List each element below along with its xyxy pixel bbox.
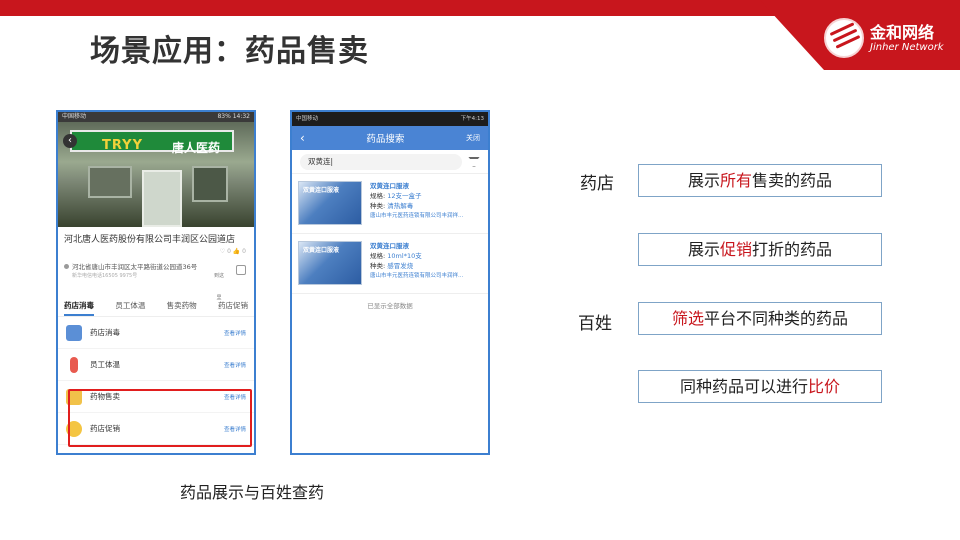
store-window [88, 166, 132, 198]
box-text-highlight: 筛选 [671, 309, 704, 328]
phone-call-icon[interactable] [236, 265, 246, 275]
filter-icon[interactable] [468, 156, 480, 167]
label-store: 药店 [580, 174, 614, 194]
result-item[interactable]: 双黄连口服液 双黄连口服液 规格: 10ml*10支 种类: 感冒发烧 唐山市丰… [292, 234, 488, 294]
status-bar: 中国移动 83% 14:32 [58, 112, 254, 122]
box-text-highlight: 促销 [719, 240, 752, 259]
feature-box-compare: 同种药品可以进行比价 [638, 370, 882, 403]
store-window-right [192, 166, 228, 202]
type-value: 清热解毒 [387, 202, 414, 210]
close-button[interactable]: 关闭 [466, 133, 480, 143]
battery-time: 83% 14:32 [217, 113, 250, 120]
search-row: 双黄连| [292, 150, 488, 174]
nav-bar: ‹ 药品搜索 关闭 [292, 126, 488, 150]
box-text-pre: 同种药品可以进行 [679, 377, 808, 396]
tab-promotion[interactable]: 药店促销 [218, 297, 248, 316]
spec-label: 规格: [370, 252, 386, 260]
location-pin-icon [64, 264, 69, 269]
status-bar: 中国移动 下午4:13 [292, 112, 488, 126]
slide-title: 场景应用：药品售卖 [90, 34, 369, 69]
list-item-temperature[interactable]: 员工体温 查看详情 [58, 349, 254, 381]
store-service-list: 药店消毒 查看详情 员工体温 查看详情 药物售卖 查看详情 药店促销 查看详情 [58, 317, 254, 447]
label-people: 百姓 [578, 314, 612, 334]
feature-box-show-all: 展示所有售卖的药品 [638, 164, 882, 197]
list-item-disinfection[interactable]: 药店消毒 查看详情 [58, 317, 254, 349]
product-info: 双黄连口服液 规格: 12支一盒子 种类: 清热解毒 唐山市丰元医药连锁有限公司… [362, 181, 463, 226]
tab-disinfection[interactable]: 药店消毒 [64, 297, 94, 316]
product-image: 双黄连口服液 [298, 181, 362, 225]
logo-cn-text: 金和网络 [870, 23, 935, 42]
store-address-block: 河北省唐山市丰润区太平路街道公园道36号 新华电信电话16505 9975号 到… [58, 259, 254, 301]
box-text-pre: 展示 [687, 171, 720, 190]
store-phone-screenshot: 中国移动 83% 14:32 TRYY 唐人医药 ‹ 河北唐人医药股份有限公司丰… [56, 110, 256, 455]
box-text-highlight: 所有 [719, 171, 752, 190]
store-photo: TRYY 唐人医药 ‹ [58, 122, 254, 227]
feature-box-filter: 筛选平台不同种类的药品 [638, 302, 882, 335]
search-phone-screenshot: 中国移动 下午4:13 ‹ 药品搜索 关闭 双黄连| 双黄连口服液 双黄连口服液… [290, 110, 490, 455]
view-details-link[interactable]: 查看详情 [224, 361, 246, 369]
spec-label: 规格: [370, 192, 386, 200]
product-box-text: 双黄连口服液 [303, 187, 340, 194]
spec-value: 10ml*10支 [387, 252, 422, 260]
logo-en-text: Jinher Network [870, 42, 944, 53]
tab-temperature[interactable]: 员工体温 [115, 297, 145, 316]
type-label: 种类: [370, 262, 386, 270]
product-firm: 唐山市丰元医药连锁有限公司丰润祥... [370, 273, 464, 279]
box-text-pre: 展示 [687, 240, 720, 259]
view-details-link[interactable]: 查看详情 [224, 329, 246, 337]
product-image: 双黄连口服液 [298, 241, 362, 285]
back-icon[interactable]: ‹ [63, 134, 77, 148]
caption: 药品展示与百姓查药 [180, 483, 325, 502]
highlight-box [68, 389, 252, 447]
nav-title: 药品搜索 [366, 134, 405, 145]
product-info: 双黄连口服液 规格: 10ml*10支 种类: 感冒发烧 唐山市丰元医药连锁有限… [362, 241, 463, 286]
product-firm: 唐山市丰元医药连锁有限公司丰润祥... [370, 213, 464, 219]
navigate-button[interactable]: 到这里 [212, 265, 226, 301]
product-name: 双黄连口服液 [370, 242, 409, 250]
type-label: 种类: [370, 202, 386, 210]
type-value: 感冒发烧 [387, 262, 414, 270]
logo: 金和网络 Jinher Network [824, 16, 944, 60]
logo-globe-icon [824, 18, 864, 58]
like-icons[interactable]: ♡ 0 👍 0 [220, 248, 246, 255]
product-box-text: 双黄连口服液 [303, 247, 340, 254]
feature-box-promotion: 展示促销打折的药品 [638, 233, 882, 266]
result-item[interactable]: 双黄连口服液 双黄连口服液 规格: 12支一盒子 种类: 清热解毒 唐山市丰元医… [292, 174, 488, 234]
product-name: 双黄连口服液 [370, 182, 409, 190]
store-sign-brand: TRYY [102, 138, 143, 153]
store-sign-name: 唐人医药 [172, 141, 221, 155]
back-icon[interactable]: ‹ [300, 131, 305, 145]
store-tabs: 药店消毒 员工体温 售卖药物 药店促销 [58, 297, 254, 317]
status-time: 下午4:13 [460, 116, 484, 122]
box-text-highlight: 比价 [808, 377, 841, 396]
list-item-label: 药店消毒 [90, 328, 120, 337]
carrier-text: 中国移动 [296, 116, 319, 122]
list-item-label: 员工体温 [90, 360, 120, 369]
spec-value: 12支一盒子 [387, 192, 422, 200]
thermometer-icon [70, 356, 78, 373]
store-door [142, 170, 182, 227]
end-of-list-text: 已显示全部数据 [367, 302, 413, 310]
slide: 金和网络 Jinher Network 场景应用：药品售卖 中国移动 83% 1… [0, 0, 960, 540]
tab-medicine-sales[interactable]: 售卖药物 [167, 297, 197, 316]
calendar-icon [66, 324, 82, 341]
box-text-post: 平台不同种类的药品 [704, 309, 849, 328]
search-input[interactable]: 双黄连| [300, 153, 462, 170]
box-text-post: 售卖的药品 [752, 171, 833, 190]
carrier-text: 中国移动 [62, 113, 87, 120]
store-sign: TRYY 唐人医药 [70, 130, 234, 155]
box-text-post: 打折的药品 [752, 240, 833, 259]
